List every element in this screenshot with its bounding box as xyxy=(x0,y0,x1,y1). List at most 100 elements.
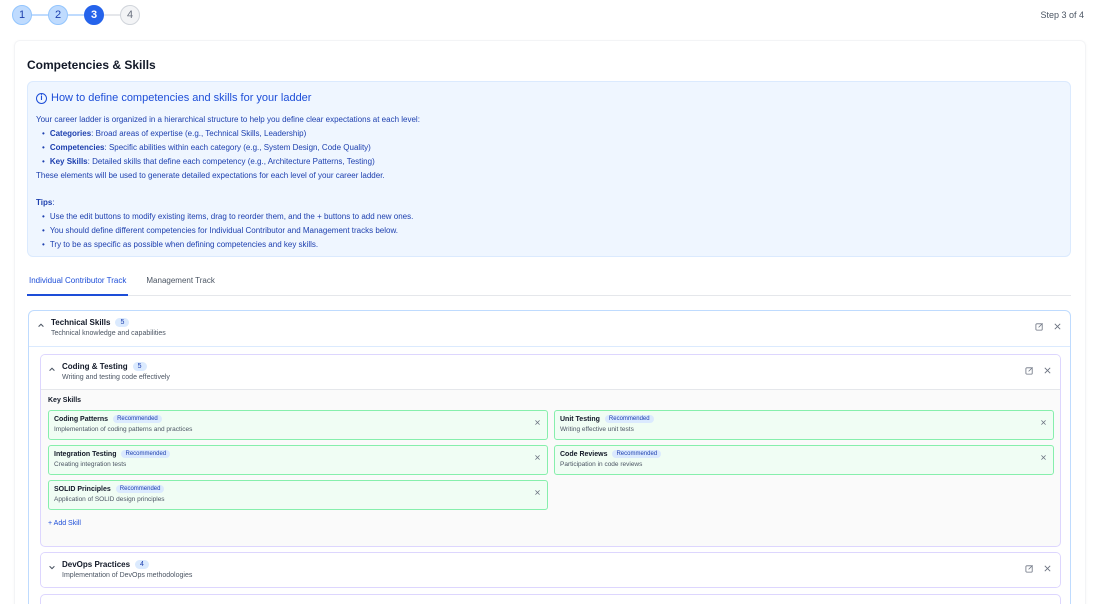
edit-icon[interactable] xyxy=(1025,366,1034,375)
close-icon[interactable] xyxy=(1053,322,1062,331)
category-header[interactable]: Technical Skills 5 Technical knowledge a… xyxy=(29,311,1070,347)
info-list: Categories: Broad areas of expertise (e.… xyxy=(36,127,1062,169)
info-item-text: : Specific abilities within each categor… xyxy=(104,143,371,152)
edit-icon[interactable] xyxy=(1035,322,1044,331)
close-icon[interactable] xyxy=(1043,366,1052,375)
add-skill-button[interactable]: + Add Skill xyxy=(48,520,1053,527)
info-item-term: Key Skills xyxy=(49,157,88,166)
skill-description: Participation in code reviews xyxy=(560,461,643,468)
info-box: i How to define competencies and skills … xyxy=(27,81,1071,257)
skill-grid: Coding Patterns Recommended Implementati… xyxy=(48,410,1054,510)
info-item-term: Categories xyxy=(49,129,92,138)
close-icon[interactable] xyxy=(534,485,541,495)
competency-description: Writing and testing code effectively xyxy=(62,374,170,381)
skill-name-row: Integration Testing Recommended xyxy=(54,450,542,458)
info-item: Competencies: Specific abilities within … xyxy=(42,141,1062,155)
competency-actions xyxy=(1025,366,1052,375)
tips-title: Tips: xyxy=(36,196,1062,210)
competency-name-row: Coding & Testing 5 xyxy=(62,362,170,371)
chevron-up-icon[interactable] xyxy=(48,365,58,375)
tab-management[interactable]: Management Track xyxy=(144,269,216,296)
skill-name-row: SOLID Principles Recommended xyxy=(54,485,542,493)
skill-card[interactable]: Unit Testing Recommended Writing effecti… xyxy=(554,410,1054,440)
competency-actions xyxy=(1025,564,1052,573)
skill-name: SOLID Principles xyxy=(54,485,111,493)
skill-name: Code Reviews xyxy=(560,450,608,458)
tips-colon: : xyxy=(52,198,55,207)
competency-header[interactable]: DevOps Practices 4 Implementation of Dev… xyxy=(41,553,1060,587)
main-card: Competencies & Skills i How to define co… xyxy=(14,40,1086,604)
info-item-text: : Detailed skills that define each compe… xyxy=(87,157,375,166)
count-badge: 5 xyxy=(115,318,130,327)
skill-name: Coding Patterns xyxy=(54,415,109,423)
info-icon: i xyxy=(36,92,47,104)
skill-description: Implementation of coding patterns and pr… xyxy=(54,426,193,433)
count-badge: 4 xyxy=(135,560,149,569)
skill-card[interactable]: Coding Patterns Recommended Implementati… xyxy=(48,410,548,440)
recommended-badge: Recommended xyxy=(612,450,662,458)
skill-name-row: Unit Testing Recommended xyxy=(560,415,1048,423)
skill-card[interactable]: SOLID Principles Recommended Application… xyxy=(48,480,548,510)
key-skills-label: Key Skills xyxy=(48,397,82,404)
info-item: Key Skills: Detailed skills that define … xyxy=(42,155,1062,169)
step-count: Step 3 of 4 xyxy=(1040,10,1084,20)
count-badge: 5 xyxy=(132,362,147,371)
recommended-badge: Recommended xyxy=(604,415,654,423)
info-intro: Your career ladder is organized in a hie… xyxy=(36,115,420,124)
tips-title-text: Tips xyxy=(36,198,53,207)
competency-partial xyxy=(40,594,1061,604)
info-item: Categories: Broad areas of expertise (e.… xyxy=(42,127,1062,141)
step-3[interactable]: 3 xyxy=(84,5,104,25)
skill-description: Writing effective unit tests xyxy=(560,426,634,433)
tip-item: You should define different competencies… xyxy=(42,224,1062,238)
close-icon[interactable] xyxy=(534,415,541,425)
page-title: Competencies & Skills xyxy=(27,58,156,72)
close-icon[interactable] xyxy=(1040,415,1047,425)
chevron-down-icon[interactable] xyxy=(48,563,58,573)
step-connector xyxy=(32,14,48,16)
info-item-text: : Broad areas of expertise (e.g., Techni… xyxy=(91,129,307,138)
track-tabs: Individual Contributor Track Management … xyxy=(27,269,1071,296)
skill-name: Unit Testing xyxy=(560,415,600,423)
competency-header[interactable]: Coding & Testing 5 Writing and testing c… xyxy=(41,355,1060,390)
step-4[interactable]: 4 xyxy=(120,5,140,25)
tab-individual-contributor[interactable]: Individual Contributor Track xyxy=(27,269,129,296)
competency-description: Implementation of DevOps methodologies xyxy=(62,572,193,579)
skill-name-row: Code Reviews Recommended xyxy=(560,450,1048,458)
step-1[interactable]: 1 xyxy=(12,5,32,25)
info-outro: These elements will be used to generate … xyxy=(36,171,385,180)
competency-name: Coding & Testing xyxy=(62,362,128,371)
step-2[interactable]: 2 xyxy=(48,5,68,25)
skill-description: Creating integration tests xyxy=(54,461,127,468)
competency-name: DevOps Practices xyxy=(62,560,131,569)
category-description: Technical knowledge and capabilities xyxy=(51,330,166,337)
close-icon[interactable] xyxy=(534,450,541,460)
competency-body: Key Skills Coding Patterns Recommended I… xyxy=(41,390,1060,535)
info-item-term: Competencies xyxy=(49,143,105,152)
competency-coding-testing: Coding & Testing 5 Writing and testing c… xyxy=(40,354,1061,547)
close-icon[interactable] xyxy=(1043,564,1052,573)
step-connector xyxy=(104,14,120,16)
tips-list: Use the edit buttons to modify existing … xyxy=(36,210,1062,252)
tip-item: Use the edit buttons to modify existing … xyxy=(42,210,1062,224)
category-name: Technical Skills xyxy=(51,318,111,327)
skill-card[interactable]: Integration Testing Recommended Creating… xyxy=(48,445,548,475)
info-title-text: How to define competencies and skills fo… xyxy=(51,92,312,104)
recommended-badge: Recommended xyxy=(121,450,171,458)
close-icon[interactable] xyxy=(1040,450,1047,460)
skill-name: Integration Testing xyxy=(54,450,117,458)
info-title: i How to define competencies and skills … xyxy=(36,92,1062,104)
recommended-badge: Recommended xyxy=(115,485,165,493)
skill-description: Application of SOLID design principles xyxy=(54,496,165,503)
competency-name-block: Coding & Testing 5 Writing and testing c… xyxy=(62,362,170,381)
skill-card[interactable]: Code Reviews Recommended Participation i… xyxy=(554,445,1054,475)
chevron-up-icon[interactable] xyxy=(37,321,47,331)
category-name-row: Technical Skills 5 xyxy=(51,318,166,327)
competency-name-block: DevOps Practices 4 Implementation of Dev… xyxy=(62,560,192,579)
competency-name-row: DevOps Practices 4 xyxy=(62,560,192,569)
edit-icon[interactable] xyxy=(1025,564,1034,573)
step-connector xyxy=(68,14,84,16)
tip-item: Try to be as specific as possible when d… xyxy=(42,238,1062,252)
category-actions xyxy=(1035,322,1062,331)
category-technical-skills: Technical Skills 5 Technical knowledge a… xyxy=(28,310,1071,604)
